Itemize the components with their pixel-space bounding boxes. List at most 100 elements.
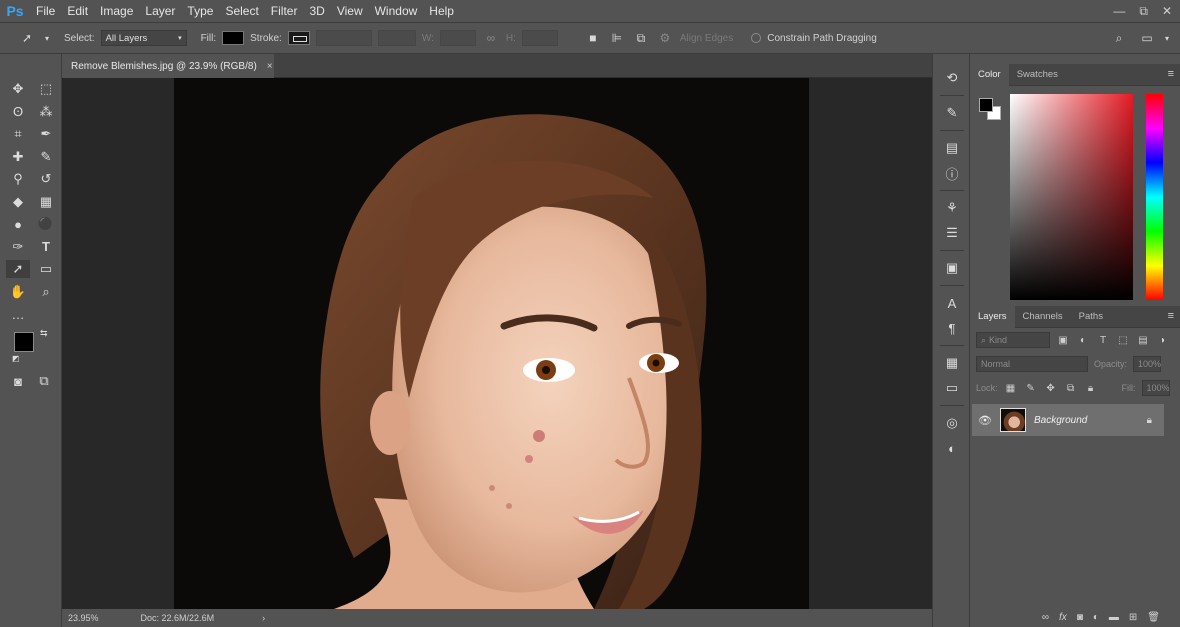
layer-mask-icon[interactable]: ◙ bbox=[1077, 612, 1083, 623]
libraries-icon[interactable]: ▤ bbox=[940, 138, 964, 158]
close-icon[interactable]: × bbox=[267, 61, 273, 72]
menu-edit[interactable]: Edit bbox=[61, 0, 94, 22]
panel-menu-icon[interactable]: ≡ bbox=[1168, 310, 1174, 322]
document-image[interactable] bbox=[174, 78, 809, 609]
adjustment-layer-icon[interactable]: ◐ bbox=[1093, 612, 1099, 623]
fill-swatch[interactable] bbox=[222, 31, 245, 45]
menu-window[interactable]: Window bbox=[369, 0, 424, 22]
info-icon[interactable]: ⓘ bbox=[940, 163, 964, 183]
new-layer-icon[interactable]: ⊞ bbox=[1129, 612, 1137, 623]
eraser-tool-icon[interactable]: ◆ bbox=[6, 193, 30, 211]
screen-mode-icon[interactable]: ⧉ bbox=[32, 372, 56, 390]
adjustment-filter-icon[interactable]: ◐ bbox=[1076, 335, 1090, 346]
gradient-tool-icon[interactable]: ▦ bbox=[34, 193, 58, 211]
menu-file[interactable]: File bbox=[30, 0, 61, 22]
menu-type[interactable]: Type bbox=[181, 0, 219, 22]
channels-icon[interactable]: ◐ bbox=[940, 438, 964, 458]
move-tool-icon[interactable]: ✥ bbox=[6, 80, 30, 98]
swap-colors-icon[interactable]: ⇆ bbox=[40, 328, 48, 339]
chevron-right-icon[interactable]: › bbox=[262, 613, 265, 623]
chevron-down-icon[interactable]: ▾ bbox=[42, 30, 52, 46]
marquee-tool-icon[interactable]: ⬚ bbox=[34, 80, 58, 98]
stroke-width-field[interactable] bbox=[315, 30, 372, 46]
clone-stamp-tool-icon[interactable]: ⚲ bbox=[6, 170, 30, 188]
chevron-down-icon[interactable]: ▾ bbox=[1158, 30, 1176, 46]
paragraph-icon[interactable]: ¶ bbox=[940, 318, 964, 338]
lock-position-icon[interactable]: ✥ bbox=[1044, 383, 1058, 394]
gear-icon[interactable]: ⚙ bbox=[656, 30, 674, 46]
kind-filter[interactable]: ⌕ Kind bbox=[976, 332, 1050, 348]
canvas-area[interactable] bbox=[62, 78, 932, 609]
paths-icon[interactable]: ◎ bbox=[940, 413, 964, 433]
brush-settings-icon[interactable]: ✎ bbox=[940, 103, 964, 123]
layer-row-background[interactable]: 👁︎ Background 🔒︎ bbox=[972, 404, 1164, 436]
color-spectrum[interactable] bbox=[1010, 94, 1133, 300]
adjustments-icon[interactable]: ⚘ bbox=[940, 198, 964, 218]
path-selection-tool-icon[interactable]: ➚ bbox=[18, 30, 36, 46]
foreground-color-swatch[interactable] bbox=[14, 332, 34, 352]
history-icon[interactable]: ⟲ bbox=[940, 68, 964, 88]
glyphs-icon[interactable]: ▦ bbox=[940, 353, 964, 373]
image-filter-icon[interactable]: ▣ bbox=[1056, 335, 1070, 346]
tab-color[interactable]: Color bbox=[970, 63, 1009, 86]
tab-swatches[interactable]: Swatches bbox=[1009, 64, 1066, 86]
fill-field[interactable]: 100% bbox=[1141, 380, 1170, 396]
constrain-path-checkbox[interactable] bbox=[751, 33, 762, 43]
document-tab[interactable]: Remove Blemishes.jpg @ 23.9% (RGB/8) × bbox=[62, 54, 274, 78]
quick-selection-tool-icon[interactable]: ⁂ bbox=[34, 103, 58, 121]
notes-icon[interactable]: ▭ bbox=[940, 378, 964, 398]
path-arrangement-icon[interactable]: ⧉ bbox=[632, 30, 650, 46]
workspace-icon[interactable]: ▭ bbox=[1138, 30, 1156, 46]
opacity-field[interactable]: 100% bbox=[1133, 356, 1161, 372]
pen-tool-icon[interactable]: ✑ bbox=[6, 238, 30, 256]
menu-view[interactable]: View bbox=[331, 0, 369, 22]
select-dropdown[interactable]: All Layers ▾ bbox=[100, 30, 187, 46]
link-layers-icon[interactable]: ∞ bbox=[1042, 612, 1049, 623]
stroke-type-dropdown[interactable] bbox=[377, 30, 416, 46]
menu-help[interactable]: Help bbox=[423, 0, 460, 22]
menu-3d[interactable]: 3D bbox=[303, 0, 330, 22]
shape-filter-icon[interactable]: ⬚ bbox=[1116, 335, 1130, 346]
tab-channels[interactable]: Channels bbox=[1015, 306, 1071, 328]
type-filter-icon[interactable]: T bbox=[1096, 335, 1110, 346]
rectangle-tool-icon[interactable]: ▭ bbox=[34, 260, 58, 278]
layer-comps-icon[interactable]: ▣ bbox=[940, 258, 964, 278]
smart-object-filter-icon[interactable]: ▤ bbox=[1136, 335, 1150, 346]
blend-mode-dropdown[interactable]: Normal bbox=[976, 356, 1088, 372]
delete-layer-icon[interactable]: 🗑︎ bbox=[1147, 612, 1160, 623]
lock-pixels-icon[interactable]: ✎ bbox=[1024, 383, 1038, 394]
search-icon[interactable]: ⌕ bbox=[1110, 30, 1128, 46]
filter-toggle-icon[interactable]: ◗ bbox=[1156, 335, 1170, 346]
eyedropper-tool-icon[interactable]: ✒ bbox=[34, 125, 58, 143]
menu-image[interactable]: Image bbox=[94, 0, 139, 22]
path-operations-icon[interactable]: ■ bbox=[584, 30, 602, 46]
eye-icon[interactable]: 👁︎ bbox=[978, 414, 992, 427]
new-group-icon[interactable]: ▬ bbox=[1109, 612, 1119, 623]
zoom-tool-icon[interactable]: ⌕ bbox=[34, 283, 58, 301]
minimize-button[interactable]: — bbox=[1113, 4, 1125, 18]
crop-tool-icon[interactable]: ⌗ bbox=[6, 125, 30, 143]
stroke-swatch[interactable] bbox=[287, 31, 310, 45]
lock-artboard-icon[interactable]: ⧉ bbox=[1064, 383, 1078, 394]
menu-layer[interactable]: Layer bbox=[139, 0, 181, 22]
character-icon[interactable]: A bbox=[940, 293, 964, 313]
lasso-tool-icon[interactable]: ʘ bbox=[6, 103, 30, 121]
more-tools-icon[interactable]: … bbox=[6, 305, 30, 323]
panel-menu-icon[interactable]: ≡ bbox=[1168, 68, 1174, 80]
lock-all-icon[interactable]: 🔒︎ bbox=[1084, 383, 1098, 394]
menu-filter[interactable]: Filter bbox=[265, 0, 304, 22]
menu-select[interactable]: Select bbox=[219, 0, 264, 22]
path-selection-tool-icon[interactable]: ➚ bbox=[6, 260, 30, 278]
tab-layers[interactable]: Layers bbox=[970, 305, 1015, 328]
default-colors-icon[interactable]: ◩ bbox=[12, 354, 20, 363]
history-brush-tool-icon[interactable]: ↺ bbox=[34, 170, 58, 188]
color-panel-foreground-swatch[interactable] bbox=[979, 98, 993, 112]
quick-mask-icon[interactable]: ◙ bbox=[6, 372, 30, 390]
path-alignment-icon[interactable]: ⊫ bbox=[608, 30, 626, 46]
lock-transparency-icon[interactable]: ▦ bbox=[1004, 383, 1018, 394]
close-window-button[interactable]: ✕ bbox=[1162, 4, 1172, 18]
width-field[interactable] bbox=[439, 30, 476, 46]
restore-button[interactable]: ⧉ bbox=[1139, 4, 1148, 19]
properties-icon[interactable]: ☰ bbox=[940, 223, 964, 243]
hand-tool-icon[interactable]: ✋ bbox=[6, 283, 30, 301]
